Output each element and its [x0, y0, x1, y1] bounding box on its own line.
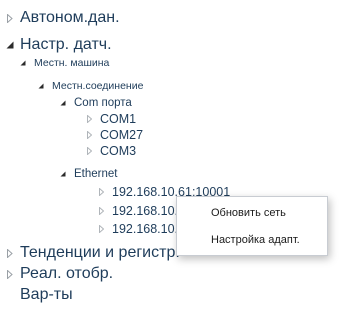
tree-item-label: Местн. машина	[34, 57, 110, 69]
tree-item-ethernet[interactable]: Ethernet	[58, 166, 117, 181]
expand-arrow-icon[interactable]	[4, 248, 16, 258]
collapse-arrow-icon[interactable]	[58, 100, 68, 106]
tree-item-sensor-settings[interactable]: Настр. датч.	[4, 35, 112, 55]
expand-arrow-icon[interactable]	[96, 188, 106, 196]
expand-arrow-icon[interactable]	[84, 115, 94, 123]
collapse-arrow-icon[interactable]	[18, 60, 28, 66]
menu-item-refresh-network[interactable]: Обновить сеть	[177, 202, 327, 224]
tree-item-realtime-display[interactable]: Реал. отобр.	[4, 264, 113, 284]
tree-item-label: Ethernet	[74, 167, 118, 180]
tree-item-label: Вар-ты	[20, 286, 73, 303]
expand-arrow-icon[interactable]	[84, 147, 94, 155]
expand-arrow-icon[interactable]	[4, 269, 16, 279]
tree-item-com-ports[interactable]: Com порта	[58, 95, 132, 110]
tree-item-label: Тенденции и регистр.	[20, 244, 180, 261]
collapse-arrow-icon[interactable]	[58, 171, 68, 177]
tree-item-label: Реал. отобр.	[20, 265, 114, 282]
context-menu: Обновить сеть Настройка адапт.	[176, 196, 328, 256]
tree-item-com1[interactable]: COM1	[84, 111, 136, 127]
collapse-arrow-icon[interactable]	[36, 83, 46, 89]
collapse-arrow-icon[interactable]	[4, 41, 16, 49]
tree-item-label: COM1	[100, 112, 137, 126]
menu-item-label: Обновить сеть	[211, 207, 286, 219]
tree-item-com27[interactable]: COM27	[84, 127, 143, 143]
expand-arrow-icon[interactable]	[96, 207, 106, 215]
tree-item-local-machine[interactable]: Местн. машина	[18, 56, 109, 70]
expand-arrow-icon[interactable]	[84, 131, 94, 139]
menu-item-adapter-settings[interactable]: Настройка адапт.	[177, 229, 327, 251]
tree-item-label: COM27	[100, 128, 144, 142]
tree-item-label: COM3	[100, 144, 137, 158]
expand-arrow-icon[interactable]	[96, 225, 106, 233]
expand-arrow-icon[interactable]	[4, 13, 16, 23]
menu-item-label: Настройка адапт.	[211, 234, 300, 246]
tree-item-label: Автоном.дан.	[20, 9, 120, 26]
tree-item-label: Настр. датч.	[20, 36, 112, 53]
tree-item-autonomous-data[interactable]: Автоном.дан.	[4, 8, 120, 28]
tree-item-label: Местн.соединение	[52, 80, 144, 92]
tree-item-com3[interactable]: COM3	[84, 143, 136, 159]
tree-item-local-connection[interactable]: Местн.соединение	[36, 79, 143, 93]
tree-item-label: Com порта	[74, 96, 132, 109]
tree-item-trends-logging[interactable]: Тенденции и регистр.	[4, 243, 180, 263]
tree-item-variants[interactable]: Вар-ты	[4, 285, 73, 305]
